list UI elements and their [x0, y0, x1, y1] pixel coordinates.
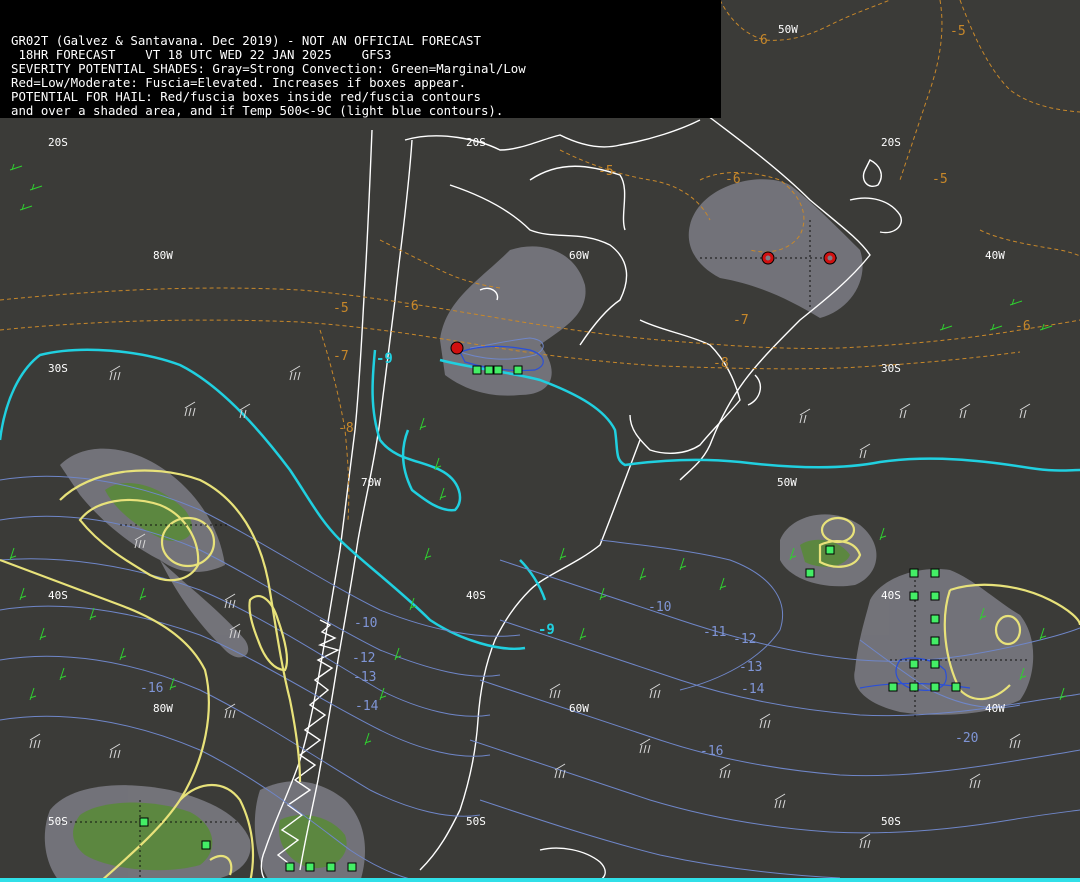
temp-label: -6: [403, 299, 419, 314]
lon-label: 50W: [777, 476, 797, 489]
temp-label: -13: [353, 670, 376, 685]
lon-label: 80W: [153, 249, 173, 262]
lat-label: 50S: [881, 815, 901, 828]
temp-label: -5: [932, 172, 948, 187]
header-forecast-time: 18HR FORECAST VT 18 UTC WED 22 JAN 2025 …: [11, 47, 392, 62]
temp-label: -5: [333, 301, 349, 316]
header-title: GR02T (Galvez & Santavana. Dec 2019) - N…: [11, 33, 481, 48]
temp-label: -6: [725, 172, 741, 187]
temp-label: -16: [140, 681, 163, 696]
lat-label: 40S: [881, 589, 901, 602]
temp-label: -14: [355, 699, 379, 714]
header-legend-line: POTENTIAL FOR HAIL: Red/fuscia boxes ins…: [11, 89, 481, 104]
temp-label: -14: [741, 682, 765, 697]
forecast-map: 20S 20S 20S 50W 80W 60W 40W 30S 30S 70W …: [0, 0, 1080, 882]
temp-label: -8: [713, 356, 729, 371]
temp-label: -5: [950, 24, 966, 39]
header-legend-line: SEVERITY POTENTIAL SHADES: Gray=Strong C…: [11, 61, 526, 76]
lon-label: 80W: [153, 702, 173, 715]
lat-label: 20S: [48, 136, 68, 149]
temp-label: -6: [752, 33, 768, 48]
temp-label: -6: [1015, 319, 1031, 334]
temp-label: -5: [598, 164, 614, 179]
lon-label: 60W: [569, 249, 589, 262]
lat-label: 30S: [881, 362, 901, 375]
temp-label: -12: [352, 651, 375, 666]
lat-label: 40S: [466, 589, 486, 602]
temp-label: -7: [733, 313, 749, 328]
header-legend-line: and over a shaded area, and if Temp 500<…: [11, 103, 504, 118]
lat-label: 20S: [881, 136, 901, 149]
map-canvas: 20S 20S 20S 50W 80W 60W 40W 30S 30S 70W …: [0, 0, 1080, 882]
lat-label: 20S: [466, 136, 486, 149]
header-legend-line: Red=Low/Moderate: Fuscia=Elevated. Incre…: [11, 75, 467, 90]
temp-label: -10: [354, 616, 377, 631]
lat-label: 30S: [48, 362, 68, 375]
temp-label: -20: [955, 731, 978, 746]
lon-label: 40W: [985, 702, 1005, 715]
lon-label: 50W: [778, 23, 798, 36]
lat-label: 40S: [48, 589, 68, 602]
temp-label: -8: [338, 421, 354, 436]
forecast-header: GR02T (Galvez & Santavana. Dec 2019) - N…: [0, 0, 721, 118]
cold-label: -9: [538, 622, 555, 638]
lon-label: 60W: [569, 702, 589, 715]
temp-label: -7: [333, 349, 349, 364]
lat-label: 50S: [48, 815, 68, 828]
cold-label: -9: [376, 351, 393, 367]
bottom-border: [0, 878, 1080, 882]
temp-label: -13: [739, 660, 762, 675]
temp-label: -11: [703, 625, 726, 640]
temp-label: -16: [700, 744, 723, 759]
temp-label: -12: [733, 632, 756, 647]
lat-label: 50S: [466, 815, 486, 828]
temp-label: -10: [648, 600, 671, 615]
lon-label: 40W: [985, 249, 1005, 262]
lon-label: 70W: [361, 476, 381, 489]
